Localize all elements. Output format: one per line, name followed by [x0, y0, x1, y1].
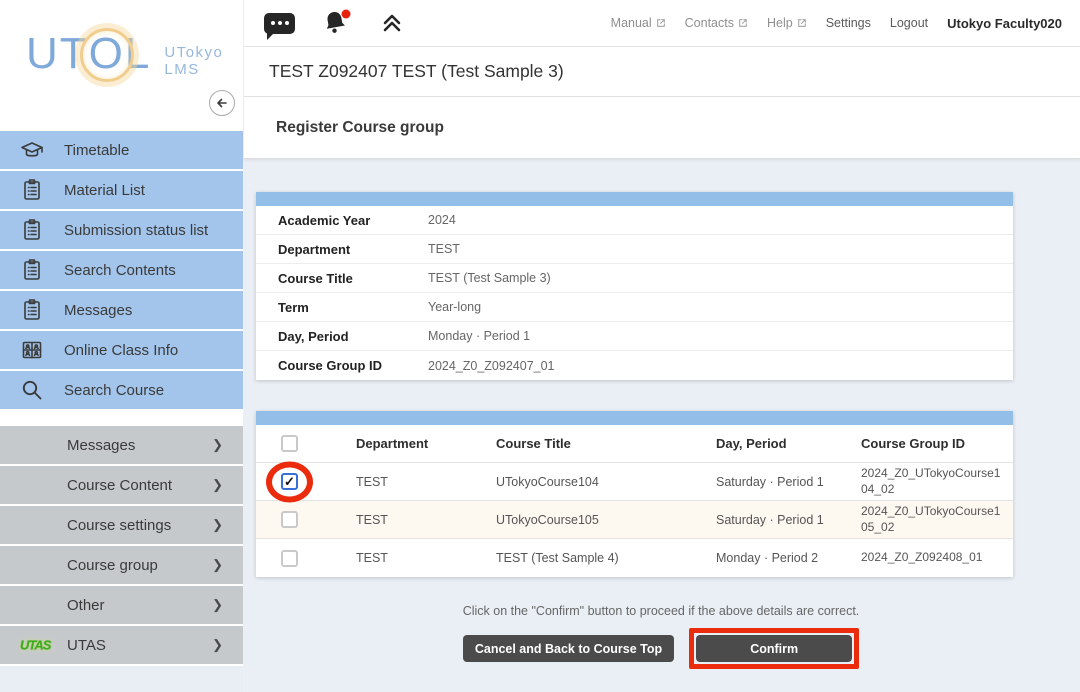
search-course-icon: [17, 378, 47, 402]
sidebar-item-label: UTAS: [67, 637, 106, 654]
footer-area: Click on the "Confirm" button to proceed…: [256, 604, 1066, 669]
settings-link[interactable]: Settings: [826, 16, 871, 30]
table-row: TEST UTokyoCourse105 Saturday · Period 1…: [256, 501, 1013, 539]
logout-link[interactable]: Logout: [890, 16, 928, 30]
sidebar-item-label: Search Course: [64, 382, 164, 399]
detail-row: Academic Year 2024: [256, 206, 1013, 235]
table-header-row: Department Course Title Day, Period Cour…: [256, 425, 1013, 463]
sidebar-item-label: Search Contents: [64, 262, 176, 279]
search-contents-icon: [17, 258, 47, 282]
timetable-icon: [17, 137, 47, 163]
logo-subtitle: UTokyo LMS: [164, 44, 223, 79]
row-checkbox[interactable]: [281, 550, 298, 567]
sidebar-filler: [0, 666, 243, 692]
submission-status-icon: [17, 218, 47, 242]
table-row: ✓ TEST UTokyoCourse104 Saturday · Period…: [256, 463, 1013, 501]
course-title-bar: TEST Z092407 TEST (Test Sample 3): [244, 47, 1080, 97]
chevron-right-icon: ❯: [212, 557, 223, 573]
sidebar-item-utas[interactable]: UTAS UTAS ❯: [0, 626, 243, 664]
cancel-button[interactable]: Cancel and Back to Course Top: [463, 635, 674, 662]
confirm-button[interactable]: Confirm: [696, 635, 852, 662]
course-details-table: Academic Year 2024 Department TEST Cours…: [256, 192, 1013, 380]
sidebar-item-label: Material List: [64, 182, 145, 199]
online-class-info-icon: [17, 338, 47, 362]
sidebar-item-search-contents[interactable]: Search Contents: [0, 251, 243, 289]
contacts-link[interactable]: Contacts: [685, 16, 748, 30]
arrow-left-icon: [215, 96, 229, 110]
logo-o-ring: O: [89, 32, 125, 76]
sidebar-item-label: Timetable: [64, 142, 129, 159]
table-header-strip: [256, 411, 1013, 425]
sidebar-item-timetable[interactable]: Timetable: [0, 131, 243, 169]
sidebar-item-search-course[interactable]: Search Course: [0, 371, 243, 409]
collapse-header-chevrons-icon[interactable]: [379, 11, 405, 35]
detail-row: Day, Period Monday · Period 1: [256, 322, 1013, 351]
course-group-selection-table: Department Course Title Day, Period Cour…: [256, 411, 1013, 577]
sidebar-item-material-list[interactable]: Material List: [0, 171, 243, 209]
external-link-icon: [797, 18, 807, 28]
sidebar-item-label: Other: [67, 597, 105, 614]
sidebar-item-course-settings[interactable]: Course settings ❯: [0, 506, 243, 544]
topbar: Manual Contacts Help Settings Logout Uto…: [244, 0, 1080, 47]
help-link[interactable]: Help: [767, 16, 807, 30]
sidebar-item-submission-status[interactable]: Submission status list: [0, 211, 243, 249]
messages-icon: [17, 298, 47, 322]
chevron-right-icon: ❯: [212, 597, 223, 613]
sidebar-item-messages-menu[interactable]: Messages ❯: [0, 426, 243, 464]
user-name: Utokyo Faculty020: [947, 16, 1062, 31]
sidebar-item-other[interactable]: Other ❯: [0, 586, 243, 624]
section-title: Register Course group: [276, 119, 444, 137]
external-link-icon: [656, 18, 666, 28]
detail-row: Term Year-long: [256, 293, 1013, 322]
chevron-right-icon: ❯: [212, 437, 223, 453]
utas-logo-icon: UTAS: [20, 638, 50, 653]
sidebar-item-online-class-info[interactable]: Online Class Info: [0, 331, 243, 369]
sidebar-item-label: Messages: [64, 302, 132, 319]
logo-area: UTOL UTokyo LMS: [0, 0, 243, 131]
main-area: Manual Contacts Help Settings Logout Uto…: [243, 0, 1080, 692]
notification-dot: [342, 10, 351, 19]
table-row: TEST TEST (Test Sample 4) Monday · Perio…: [256, 539, 1013, 577]
notifications-bell-icon[interactable]: [321, 8, 353, 38]
sidebar-item-label: Course Content: [67, 477, 172, 494]
annotation-red-rectangle: Confirm: [689, 628, 859, 669]
sidebar-section-gap: [0, 411, 243, 426]
section-header: Register Course group: [244, 97, 1080, 159]
external-link-icon: [738, 18, 748, 28]
sidebar-collapse-button[interactable]: [209, 90, 235, 116]
utol-logo: UTOL UTokyo LMS: [26, 32, 223, 79]
detail-row: Department TEST: [256, 235, 1013, 264]
sidebar-item-course-content[interactable]: Course Content ❯: [0, 466, 243, 504]
content-area: Academic Year 2024 Department TEST Cours…: [244, 159, 1080, 692]
confirm-instruction-text: Click on the "Confirm" button to proceed…: [256, 604, 1066, 618]
manual-link[interactable]: Manual: [611, 16, 666, 30]
chevron-right-icon: ❯: [212, 637, 223, 653]
sidebar: UTOL UTokyo LMS Timetable Material List …: [0, 0, 243, 692]
detail-row: Course Group ID 2024_Z0_Z092407_01: [256, 351, 1013, 380]
sidebar-item-label: Submission status list: [64, 222, 208, 239]
sidebar-item-messages[interactable]: Messages: [0, 291, 243, 329]
sidebar-item-label: Online Class Info: [64, 342, 178, 359]
messages-bubble-icon[interactable]: [264, 13, 295, 34]
sidebar-item-course-group[interactable]: Course group ❯: [0, 546, 243, 584]
sidebar-item-label: Course settings: [67, 517, 171, 534]
chevron-right-icon: ❯: [212, 477, 223, 493]
sidebar-item-label: Messages: [67, 437, 135, 454]
select-all-checkbox[interactable]: [281, 435, 298, 452]
material-list-icon: [17, 178, 47, 202]
chevron-right-icon: ❯: [212, 517, 223, 533]
table-header-strip: [256, 192, 1013, 206]
row-checkbox[interactable]: ✓: [281, 473, 298, 490]
sidebar-item-label: Course group: [67, 557, 158, 574]
row-checkbox[interactable]: [281, 511, 298, 528]
detail-row: Course Title TEST (Test Sample 3): [256, 264, 1013, 293]
page-title: TEST Z092407 TEST (Test Sample 3): [269, 61, 564, 82]
